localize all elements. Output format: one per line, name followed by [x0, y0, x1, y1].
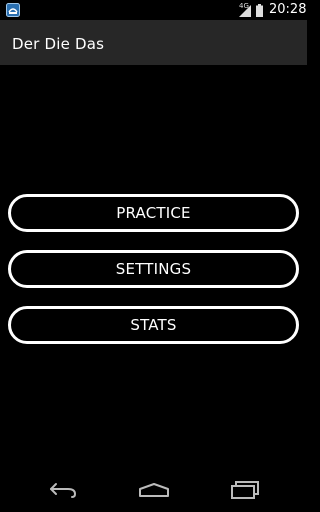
- battery-icon: [256, 4, 263, 17]
- back-icon[interactable]: [46, 478, 82, 500]
- home-icon[interactable]: [136, 478, 172, 500]
- settings-button[interactable]: SETTINGS: [8, 250, 299, 288]
- practice-button[interactable]: PRACTICE: [8, 194, 299, 232]
- navigation-bar: [0, 464, 307, 512]
- status-bar: 4G 20:28: [0, 0, 307, 20]
- notification-icon: [6, 3, 20, 17]
- action-bar: Der Die Das: [0, 20, 307, 65]
- stats-button[interactable]: STATS: [8, 306, 299, 344]
- app-title: Der Die Das: [12, 35, 105, 53]
- recent-apps-icon[interactable]: [227, 478, 263, 500]
- status-clock: 20:28: [269, 2, 307, 17]
- signal-icon: [239, 5, 251, 17]
